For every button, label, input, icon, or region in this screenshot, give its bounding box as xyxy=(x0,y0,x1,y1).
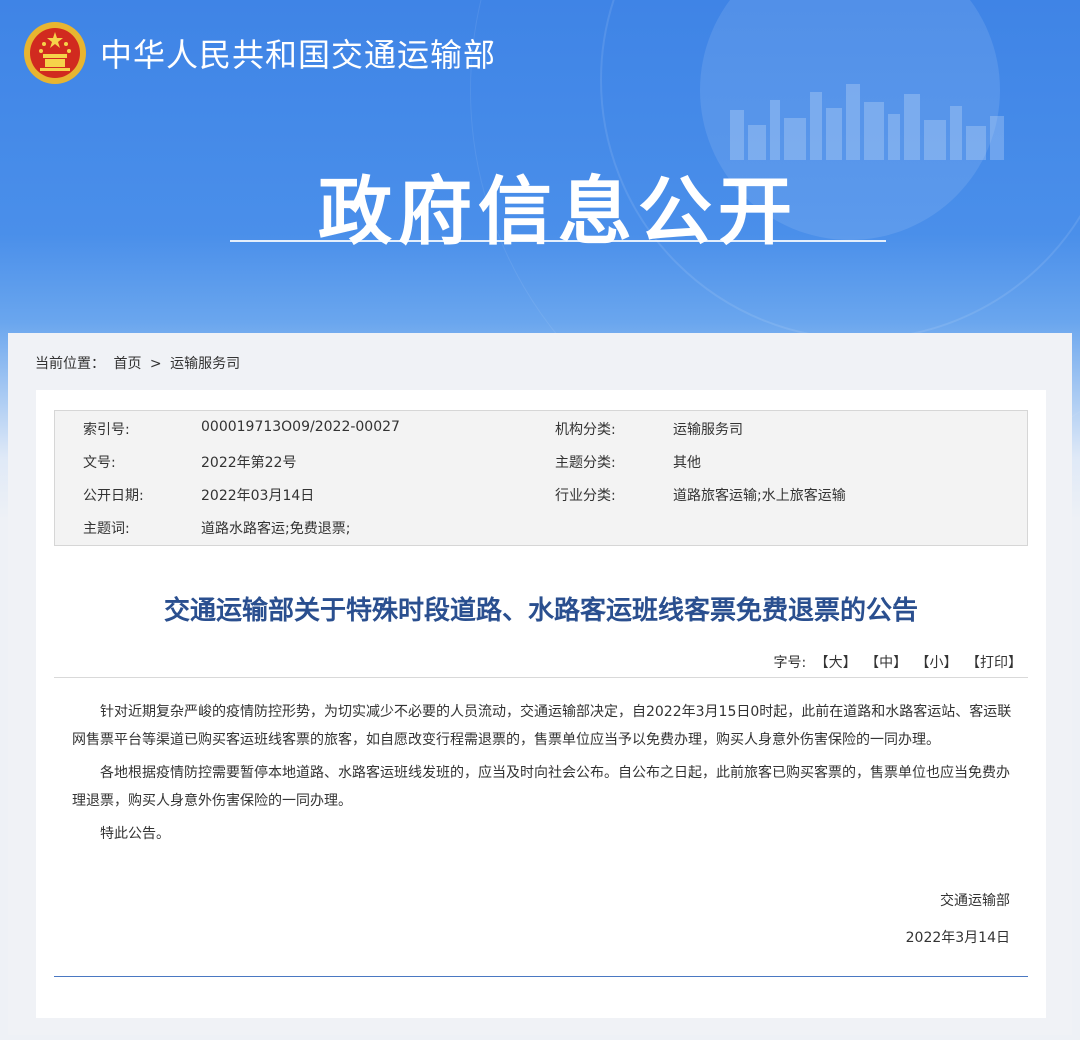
metadata-label: 主题分类: xyxy=(555,455,616,471)
metadata-row: 主题词: 道路水路客运;免费退票; xyxy=(55,518,1029,538)
breadcrumb-home-link[interactable]: 首页 xyxy=(113,356,141,372)
font-size-label: 字号: xyxy=(773,655,807,671)
font-size-selector: 字号: 【大】 【中】 【小】 【打印】 xyxy=(773,652,1022,672)
document-metadata-table: 索引号: 000019713O09/2022-00027 机构分类: 运输服务司… xyxy=(54,410,1028,546)
print-button[interactable]: 【打印】 xyxy=(966,655,1022,671)
footer-divider xyxy=(54,976,1028,977)
national-emblem-icon xyxy=(24,22,86,84)
metadata-label: 文号: xyxy=(83,455,116,471)
breadcrumb-separator: > xyxy=(149,356,162,372)
metadata-label: 机构分类: xyxy=(555,422,616,438)
metadata-label: 索引号: xyxy=(83,422,130,438)
metadata-value: 运输服务司 xyxy=(673,422,743,438)
page-title: 政府信息公开 xyxy=(318,169,798,255)
body-paragraph: 针对近期复杂严峻的疫情防控形势，为切实减少不必要的人员流动，交通运输部决定，自2… xyxy=(72,704,1012,748)
body-paragraph: 各地根据疫情防控需要暂停本地道路、水路客运班线发班的，应当及时向社会公布。自公布… xyxy=(72,765,1010,809)
metadata-value: 2022年第22号 xyxy=(201,455,297,471)
city-skyline-icon xyxy=(730,84,1004,160)
metadata-label: 公开日期: xyxy=(83,488,144,504)
body-paragraph: 特此公告。 xyxy=(100,826,170,842)
breadcrumb-label: 当前位置： xyxy=(35,356,105,372)
article-title: 交通运输部关于特殊时段道路、水路客运班线客票免费退票的公告 xyxy=(163,596,918,626)
metadata-value: 000019713O09/2022-00027 xyxy=(201,419,400,435)
metadata-row: 公开日期: 2022年03月14日 行业分类: 道路旅客运输;水上旅客运输 xyxy=(55,485,1029,505)
breadcrumb-current-link[interactable]: 运输服务司 xyxy=(170,356,240,372)
metadata-value: 道路旅客运输;水上旅客运输 xyxy=(673,488,846,504)
metadata-value: 其他 xyxy=(673,455,701,471)
metadata-label: 主题词: xyxy=(83,521,130,537)
metadata-row: 文号: 2022年第22号 主题分类: 其他 xyxy=(55,452,1029,472)
article-body: 针对近期复杂严峻的疫情防控形势，为切实减少不必要的人员流动，交通运输部决定，自2… xyxy=(72,698,1022,853)
breadcrumb: 当前位置： 首页 > 运输服务司 xyxy=(35,353,244,373)
metadata-value: 2022年03月14日 xyxy=(201,488,315,504)
title-underline xyxy=(230,240,886,242)
metadata-row: 索引号: 000019713O09/2022-00027 机构分类: 运输服务司 xyxy=(55,419,1029,439)
ministry-name: 中华人民共和国交通运输部 xyxy=(100,36,497,74)
font-size-small-button[interactable]: 【小】 xyxy=(916,655,958,671)
signature-organization: 交通运输部 xyxy=(940,893,1010,909)
font-size-large-button[interactable]: 【大】 xyxy=(815,655,857,671)
signature-date: 2022年3月14日 xyxy=(905,930,1010,946)
font-size-medium-button[interactable]: 【中】 xyxy=(865,655,907,671)
metadata-value: 道路水路客运;免费退票; xyxy=(201,521,351,537)
metadata-label: 行业分类: xyxy=(555,488,616,504)
divider xyxy=(54,677,1028,678)
